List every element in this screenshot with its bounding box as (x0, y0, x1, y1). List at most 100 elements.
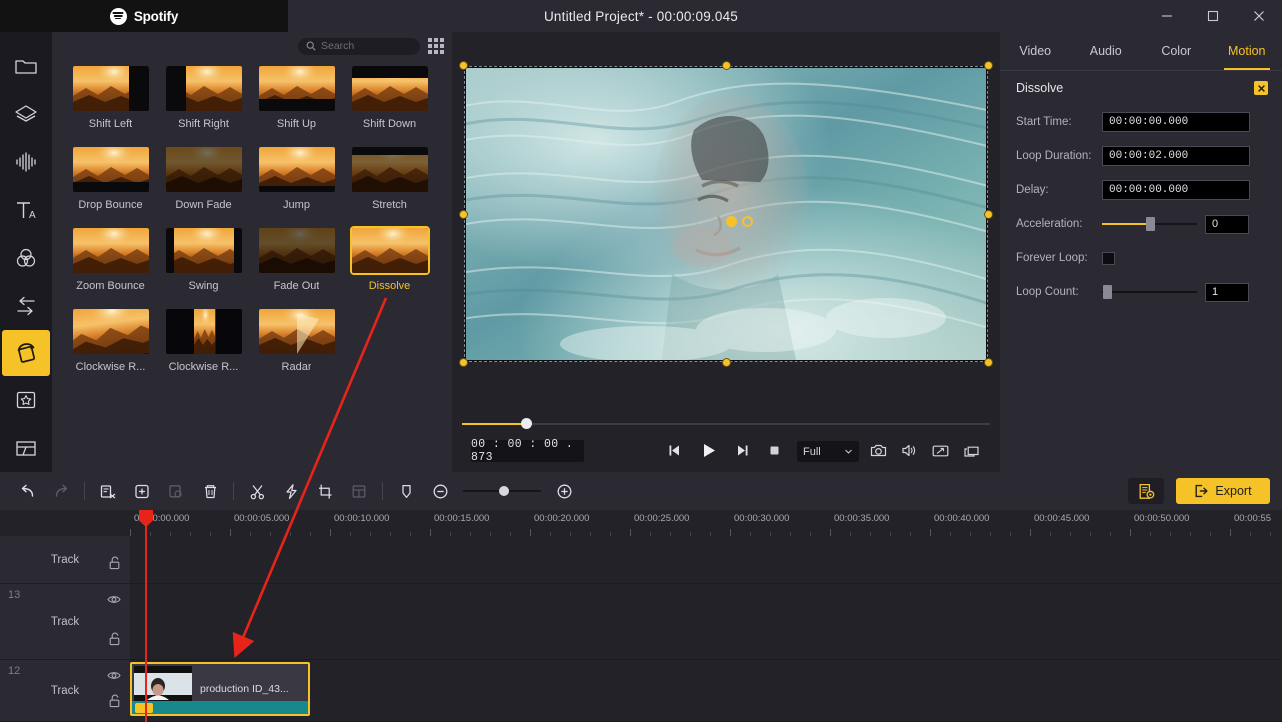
add-clip-button[interactable] (125, 472, 159, 510)
remove-effect-button[interactable] (1254, 81, 1268, 95)
effect-item-drop-bounce[interactable]: Drop Bounce (64, 147, 157, 228)
track-header[interactable]: Track (0, 536, 130, 584)
crop-button[interactable] (308, 472, 342, 510)
effect-item-down-fade[interactable]: Down Fade (157, 147, 250, 228)
sidebar-item-media[interactable] (1, 42, 51, 90)
playhead-line[interactable] (145, 510, 147, 722)
effect-item-zoom-bounce[interactable]: Zoom Bounce (64, 228, 157, 309)
effect-item-swing[interactable]: Swing (157, 228, 250, 309)
acceleration-slider[interactable] (1102, 217, 1197, 231)
split-button[interactable] (91, 472, 125, 510)
timeline-zoom-slider[interactable] (463, 484, 541, 498)
preview-canvas[interactable] (459, 61, 993, 367)
sidebar-item-stickers[interactable] (1, 90, 51, 138)
tab-audio[interactable]: Audio (1071, 32, 1142, 70)
resize-handle-bc[interactable] (722, 358, 731, 367)
tab-motion[interactable]: Motion (1212, 32, 1282, 70)
export-button[interactable]: Export (1176, 478, 1270, 504)
track-header[interactable]: 12 Track (0, 660, 130, 722)
tab-color[interactable]: Color (1141, 32, 1212, 70)
delete-button[interactable] (193, 472, 227, 510)
previous-frame-button[interactable] (667, 443, 682, 463)
render-settings-button[interactable] (1128, 478, 1164, 504)
forever-loop-checkbox[interactable] (1102, 251, 1115, 265)
unlock-icon[interactable] (108, 632, 121, 651)
speed-button[interactable] (274, 472, 308, 510)
loop-duration-field[interactable]: 00:00:02.000 (1102, 146, 1250, 166)
loop-count-value[interactable]: 1 (1205, 282, 1249, 302)
zoom-knob[interactable] (499, 486, 510, 496)
video-frame[interactable] (459, 61, 993, 367)
sidebar-item-audio[interactable] (1, 138, 51, 186)
effect-item-dissolve[interactable]: Dissolve (343, 228, 436, 309)
resize-handle-mr[interactable] (984, 210, 993, 219)
effect-item-jump[interactable]: Jump (250, 147, 343, 228)
search-input[interactable]: Search (298, 37, 420, 55)
close-button[interactable] (1236, 0, 1282, 32)
track-lane[interactable] (130, 584, 1282, 660)
track-header[interactable]: 13 Track (0, 584, 130, 660)
unlock-icon[interactable] (108, 694, 121, 713)
undo-button[interactable] (10, 472, 44, 510)
motion-end-point[interactable] (742, 216, 753, 227)
effect-item-shift-down[interactable]: Shift Down (343, 66, 436, 147)
effect-item-radar[interactable]: Radar (250, 309, 343, 390)
redo-button[interactable] (44, 472, 78, 510)
stop-button[interactable] (767, 443, 782, 463)
track-lane[interactable]: production ID_43... (130, 660, 1282, 722)
play-button[interactable] (699, 441, 718, 465)
sidebar-item-motion[interactable] (2, 329, 50, 376)
seek-knob[interactable] (521, 418, 532, 429)
fullscreen-button[interactable] (932, 444, 949, 463)
resize-handle-bl[interactable] (459, 358, 468, 367)
duplicate-button[interactable] (159, 472, 193, 510)
loop-count-slider[interactable] (1102, 285, 1197, 299)
effect-item-clockwise-2[interactable]: Clockwise R... (157, 309, 250, 390)
zoom-in-button[interactable] (547, 472, 581, 510)
effect-item-shift-up[interactable]: Shift Up (250, 66, 343, 147)
motion-start-point[interactable] (726, 216, 737, 227)
effect-item-shift-right[interactable]: Shift Right (157, 66, 250, 147)
volume-button[interactable] (901, 443, 918, 463)
timeline-clip[interactable]: production ID_43... (130, 662, 310, 716)
timeline-ruler[interactable]: 00:00:00.000 00:00:05.000 00:00:10.000 00:0… (0, 510, 1282, 536)
minimize-button[interactable] (1144, 0, 1190, 32)
resize-handle-tc[interactable] (722, 61, 731, 70)
snapshot-button[interactable] (870, 443, 887, 463)
effect-item-fade-out[interactable]: Fade Out (250, 228, 343, 309)
resize-handle-tr[interactable] (984, 61, 993, 70)
maximize-button[interactable] (1190, 0, 1236, 32)
popout-button[interactable] (963, 444, 980, 463)
sidebar-item-text[interactable]: A (1, 186, 51, 234)
acceleration-value[interactable]: 0 (1205, 214, 1249, 234)
sidebar-item-favorites[interactable] (1, 376, 51, 424)
marker-button[interactable] (389, 472, 423, 510)
sidebar-item-filters[interactable] (1, 234, 51, 282)
freeze-button[interactable] (342, 472, 376, 510)
effect-item-shift-left[interactable]: Shift Left (64, 66, 157, 147)
sidebar-item-split-screen[interactable] (1, 424, 51, 472)
resize-handle-ml[interactable] (459, 210, 468, 219)
grid-view-icon[interactable] (428, 38, 444, 54)
track-lane[interactable] (130, 536, 1282, 584)
sidebar-item-transitions[interactable] (1, 282, 51, 330)
quality-select[interactable]: Full (797, 441, 859, 462)
zoom-out-button[interactable] (423, 472, 457, 510)
tab-video[interactable]: Video (1000, 32, 1071, 70)
unlock-icon[interactable] (108, 556, 121, 575)
effect-item-clockwise-1[interactable]: Clockwise R... (64, 309, 157, 390)
loop-count-knob[interactable] (1102, 285, 1112, 299)
eye-icon[interactable] (107, 592, 121, 610)
resize-handle-br[interactable] (984, 358, 993, 367)
start-time-field[interactable]: 00:00:00.000 (1102, 112, 1250, 132)
cut-button[interactable] (240, 472, 274, 510)
next-frame-button[interactable] (735, 443, 750, 463)
clip-transition-badge[interactable] (135, 703, 153, 713)
resize-handle-tl[interactable] (459, 61, 468, 70)
spotify-overlay[interactable]: Spotify (0, 0, 288, 32)
preview-seekbar[interactable] (462, 417, 990, 431)
eye-icon[interactable] (107, 668, 121, 686)
acceleration-knob[interactable] (1145, 217, 1155, 231)
effect-item-stretch[interactable]: Stretch (343, 147, 436, 228)
delay-field[interactable]: 00:00:00.000 (1102, 180, 1250, 200)
